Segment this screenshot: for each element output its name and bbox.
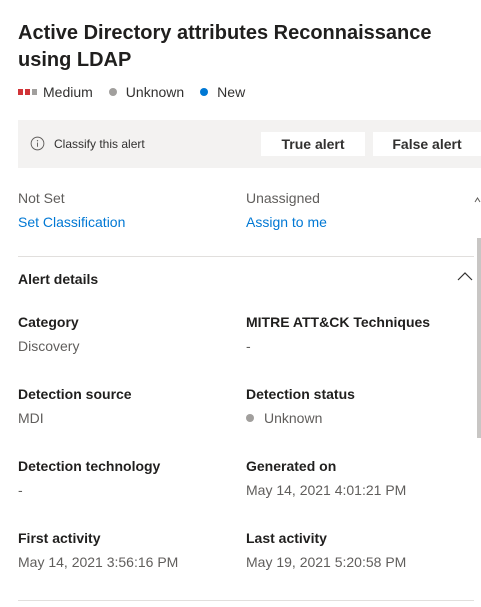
alert-title: Active Directory attributes Reconnaissan… — [18, 22, 432, 71]
category-label: Category — [18, 314, 79, 330]
severity-bar — [32, 89, 37, 95]
alert-details-panel[interactable]: Not Set Set Classification Unassigned As… — [0, 168, 481, 607]
detection-technology-value: - — [18, 482, 23, 498]
classification-value: Not Set — [18, 190, 65, 206]
last-activity-value: May 19, 2021 5:20:58 PM — [246, 554, 407, 570]
status-indicator: New — [200, 84, 245, 100]
detection-status-value: Unknown — [246, 409, 322, 427]
detection-technology-label: Detection technology — [18, 458, 161, 474]
detection-status-dot-icon — [246, 414, 254, 423]
severity-bar — [25, 89, 30, 95]
alert-meta-row: Medium Unknown New — [18, 83, 261, 101]
scrollbar-thumb[interactable] — [477, 238, 481, 438]
status-label: New — [217, 84, 246, 100]
assignment-value: Unassigned — [246, 190, 320, 206]
severity-bars-icon — [18, 89, 37, 95]
divider — [18, 256, 474, 257]
determination-indicator: Unknown — [108, 84, 185, 100]
scroll-up-arrow-icon[interactable] — [474, 196, 481, 204]
status-dot-icon — [200, 88, 209, 96]
false-alert-button[interactable]: False alert — [373, 132, 481, 156]
alert-details-heading: Alert details — [18, 271, 99, 287]
detection-source-value: MDI — [18, 410, 44, 426]
assign-to-me-link[interactable]: Assign to me — [246, 213, 327, 231]
generated-on-label: Generated on — [246, 458, 337, 474]
classify-prompt: Classify this alert — [30, 136, 145, 151]
classify-label: Classify this alert — [54, 136, 145, 151]
determination-dot-icon — [108, 88, 117, 96]
mitre-value: - — [246, 338, 251, 354]
first-activity-value: May 14, 2021 3:56:16 PM — [18, 554, 179, 570]
true-alert-button[interactable]: True alert — [261, 132, 365, 156]
severity-indicator: Medium — [18, 84, 93, 100]
category-value: Discovery — [18, 338, 80, 354]
detection-source-label: Detection source — [18, 386, 132, 402]
classify-bar: Classify this alert True alert False ale… — [18, 120, 481, 168]
detection-status-label: Detection status — [246, 386, 355, 402]
determination-label: Unknown — [125, 84, 185, 100]
generated-on-value: May 14, 2021 4:01:21 PM — [246, 482, 407, 498]
first-activity-label: First activity — [18, 530, 101, 546]
severity-bar — [18, 89, 23, 95]
divider — [18, 600, 474, 601]
mitre-label: MITRE ATT&CK Techniques — [246, 314, 431, 330]
last-activity-label: Last activity — [246, 530, 327, 546]
info-icon — [30, 136, 45, 151]
detection-status-text: Unknown — [264, 410, 323, 426]
severity-label: Medium — [43, 84, 93, 100]
chevron-up-icon[interactable] — [457, 271, 473, 281]
set-classification-link[interactable]: Set Classification — [18, 213, 125, 231]
vertical-scrollbar[interactable] — [474, 192, 481, 607]
